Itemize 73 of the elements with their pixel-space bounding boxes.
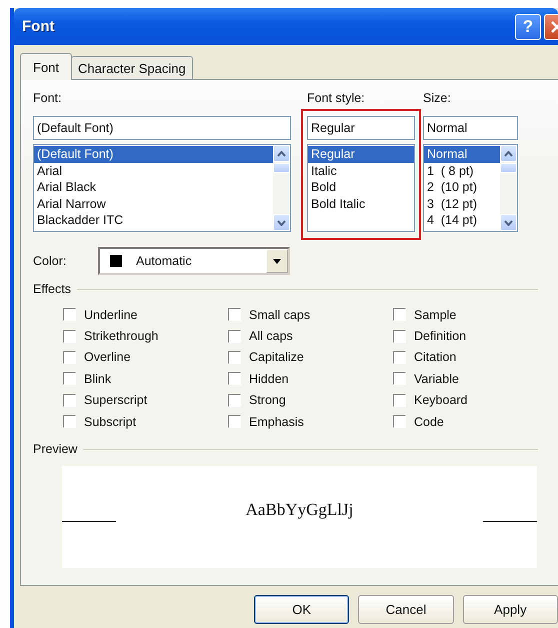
checkbox-label: Superscript bbox=[84, 393, 148, 408]
list-item[interactable]: (Default Font) bbox=[34, 146, 273, 162]
checkbox[interactable] bbox=[393, 330, 406, 343]
tab[interactable]: Font bbox=[20, 53, 72, 80]
checkbox-label: All caps bbox=[249, 329, 293, 344]
group-title: Preview bbox=[33, 442, 78, 456]
list-item[interactable]: Arial bbox=[34, 162, 273, 179]
checkbox[interactable] bbox=[228, 415, 241, 428]
scrollbar[interactable] bbox=[273, 145, 290, 231]
field-label: Size: bbox=[423, 90, 452, 106]
list-item[interactable]: 1 ( 8 pt) bbox=[424, 162, 500, 179]
checkbox-label: Citation bbox=[414, 350, 456, 364]
scroll-thumb[interactable] bbox=[500, 163, 517, 173]
checkbox[interactable] bbox=[393, 308, 406, 322]
list-item[interactable]: Arial Narrow bbox=[34, 196, 273, 212]
list-item[interactable]: 3 (12 pt) bbox=[424, 196, 500, 212]
checkbox[interactable] bbox=[63, 308, 76, 322]
dialog-button[interactable]: Apply bbox=[462, 595, 558, 624]
checkbox-label: Subscript bbox=[84, 414, 136, 429]
text-field[interactable]: Regular bbox=[307, 116, 415, 140]
group-title: Effects bbox=[33, 282, 71, 296]
caret-icon bbox=[273, 258, 281, 264]
checkbox[interactable] bbox=[228, 372, 241, 386]
checkbox[interactable] bbox=[393, 372, 406, 386]
checkbox[interactable] bbox=[63, 372, 76, 386]
text-field[interactable]: Normal bbox=[423, 116, 518, 140]
checkbox-label: Code bbox=[414, 414, 444, 429]
field-label: Font: bbox=[33, 90, 62, 106]
checkbox-label: Hidden bbox=[249, 372, 289, 386]
checkbox[interactable] bbox=[63, 394, 76, 407]
list-item[interactable]: Arial Black bbox=[34, 179, 273, 196]
checkbox-label: Strikethrough bbox=[84, 329, 158, 344]
checkbox-label: Definition bbox=[414, 329, 466, 344]
checkbox-label: Blink bbox=[84, 372, 112, 386]
list-item[interactable]: Bold Italic bbox=[308, 196, 414, 212]
list-item[interactable]: Bold bbox=[308, 179, 414, 196]
field-label: Font style: bbox=[307, 90, 366, 106]
preview-sample: AaBbYyGgLlJj bbox=[246, 500, 354, 520]
text-field[interactable]: (Default Font) bbox=[33, 116, 291, 140]
checkbox-label: Sample bbox=[414, 308, 456, 322]
field-label: Color: bbox=[33, 254, 68, 268]
dialog-button[interactable]: Cancel bbox=[358, 595, 454, 624]
checkbox-label: Variable bbox=[414, 372, 459, 386]
checkbox-label: Overline bbox=[84, 350, 131, 364]
list-item[interactable]: Italic bbox=[308, 162, 414, 179]
scrollbar[interactable] bbox=[500, 145, 517, 231]
list-item[interactable]: Normal bbox=[424, 146, 500, 162]
checkbox[interactable] bbox=[228, 350, 241, 364]
checkbox-label: Small caps bbox=[249, 308, 310, 322]
checkbox-label: Emphasis bbox=[249, 414, 304, 429]
color-swatch-icon bbox=[110, 255, 122, 267]
list-item[interactable]: Regular bbox=[308, 146, 414, 162]
checkbox[interactable] bbox=[393, 415, 406, 428]
list-item[interactable]: Blackadder ITC bbox=[34, 212, 273, 228]
checkbox-label: Capitalize bbox=[249, 350, 304, 364]
checkbox[interactable] bbox=[228, 308, 241, 322]
checkbox[interactable] bbox=[63, 350, 76, 364]
checkbox[interactable] bbox=[228, 394, 241, 407]
checkbox[interactable] bbox=[63, 415, 76, 428]
checkbox[interactable] bbox=[393, 394, 406, 407]
list-item[interactable]: 2 (10 pt) bbox=[424, 179, 500, 196]
tab[interactable]: Character Spacing bbox=[71, 56, 193, 80]
checkbox-label: Underline bbox=[84, 308, 138, 322]
checkbox[interactable] bbox=[63, 330, 76, 343]
window-title: Font bbox=[22, 18, 54, 35]
scroll-thumb[interactable] bbox=[273, 163, 290, 173]
checkbox[interactable] bbox=[228, 330, 241, 343]
list-item[interactable]: 4 (14 pt) bbox=[424, 212, 500, 228]
checkbox-label: Strong bbox=[249, 393, 286, 408]
color-dropdown[interactable]: Automatic bbox=[98, 247, 290, 275]
checkbox[interactable] bbox=[393, 350, 406, 364]
dialog-button[interactable]: OK bbox=[254, 595, 350, 624]
checkbox-label: Keyboard bbox=[414, 393, 468, 408]
